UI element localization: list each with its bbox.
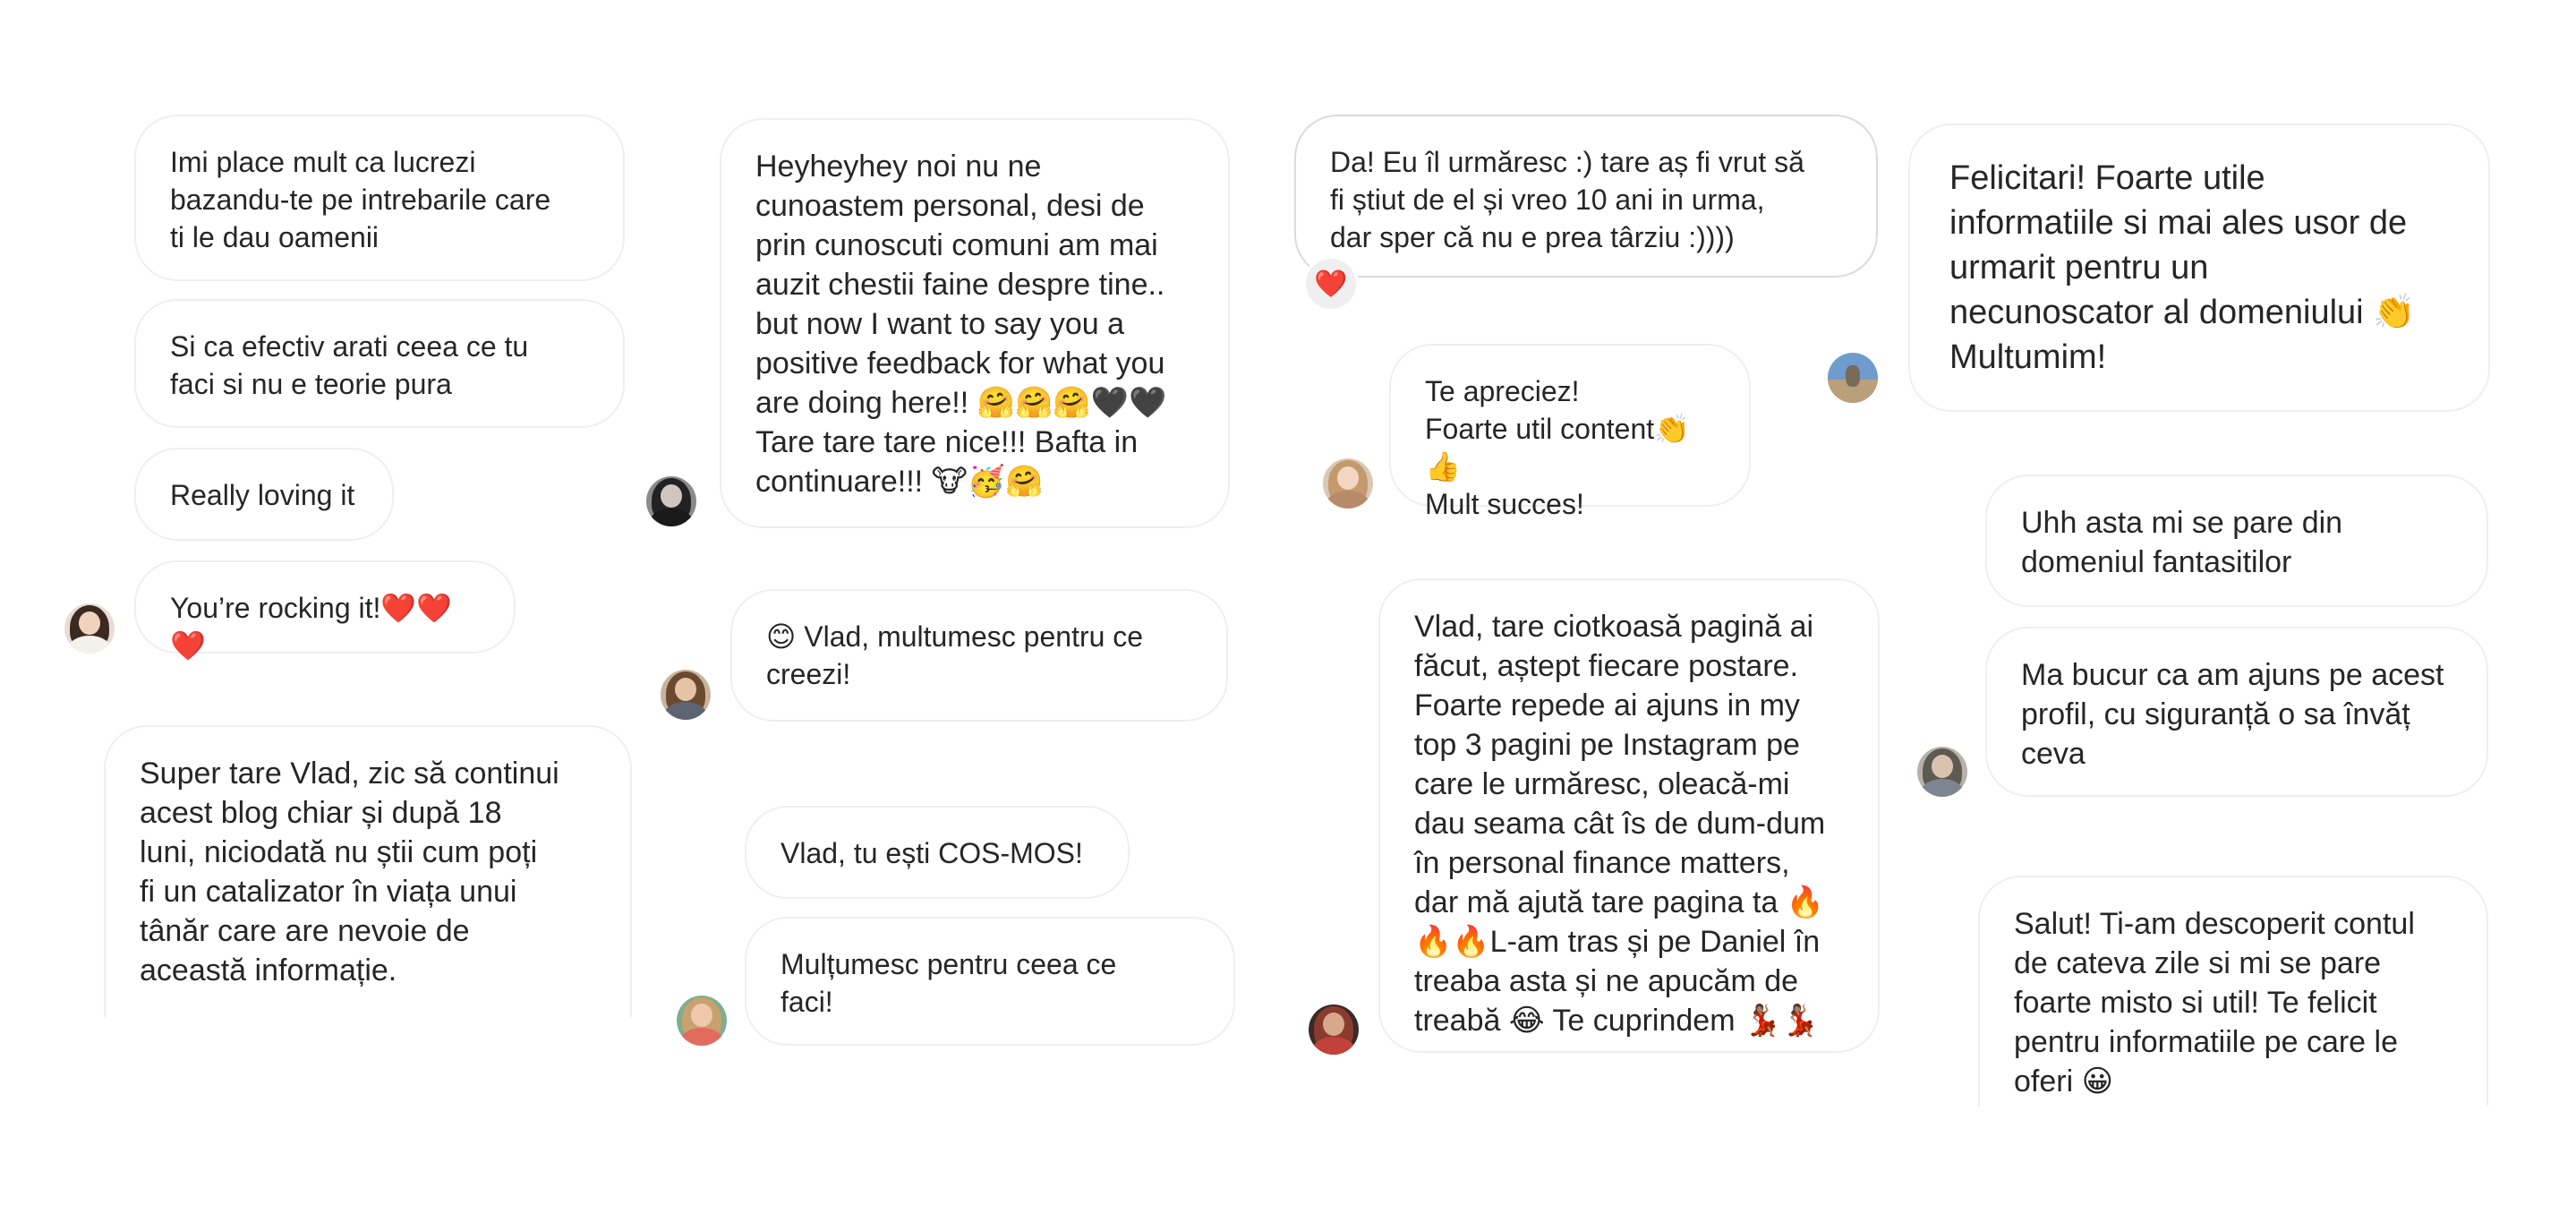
message-bubble: Felicitari! Foarte utile informatiile si…: [1908, 124, 2490, 412]
message-bubble: Vlad, tu ești COS-MOS!: [745, 806, 1130, 899]
message-bubble: Mulțumesc pentru ceea ce faci!: [745, 917, 1235, 1046]
message-bubble: Si ca efectiv arati ceea ce tu faci si n…: [134, 299, 625, 428]
message-bubble: You’re rocking it!❤️❤️❤️: [134, 560, 516, 662]
message-bubble: Imi place mult ca lucrezi bazandu-te pe …: [134, 115, 625, 281]
user-avatar[interactable]: [1828, 353, 1878, 403]
user-avatar[interactable]: [646, 476, 696, 526]
user-avatar[interactable]: [1917, 747, 1967, 797]
user-avatar[interactable]: [677, 996, 727, 1046]
message-bubble: 😊 Vlad, multumesc pentru ce creezi!: [730, 589, 1228, 722]
message-bubble: Really loving it: [134, 448, 394, 541]
message-bubble: Super tare Vlad, zic să continui acest b…: [104, 725, 632, 1017]
user-avatar[interactable]: [661, 670, 711, 720]
message-bubble: Vlad, tare ciotkoasă pagină ai făcut, aș…: [1378, 578, 1880, 1053]
heart-reaction-icon[interactable]: ❤️: [1303, 256, 1359, 312]
user-avatar[interactable]: [1309, 1005, 1359, 1055]
user-avatar[interactable]: [1323, 458, 1373, 509]
message-bubble: Salut! Ti-am descoperit contul de cateva…: [1978, 876, 2488, 1107]
message-bubble: Da! Eu îl urmăresc :) tare aș fi vrut să…: [1294, 115, 1878, 278]
message-bubble: Te apreciez! Foarte util content👏👍 Mult …: [1389, 344, 1751, 520]
user-avatar[interactable]: [64, 603, 115, 654]
message-bubble: Heyheyhey noi nu ne cunoastem personal, …: [720, 118, 1230, 528]
message-bubble: Ma bucur ca am ajuns pe acest profil, cu…: [1985, 627, 2488, 797]
message-bubble: Uhh asta mi se pare din domeniul fantasi…: [1985, 474, 2488, 607]
